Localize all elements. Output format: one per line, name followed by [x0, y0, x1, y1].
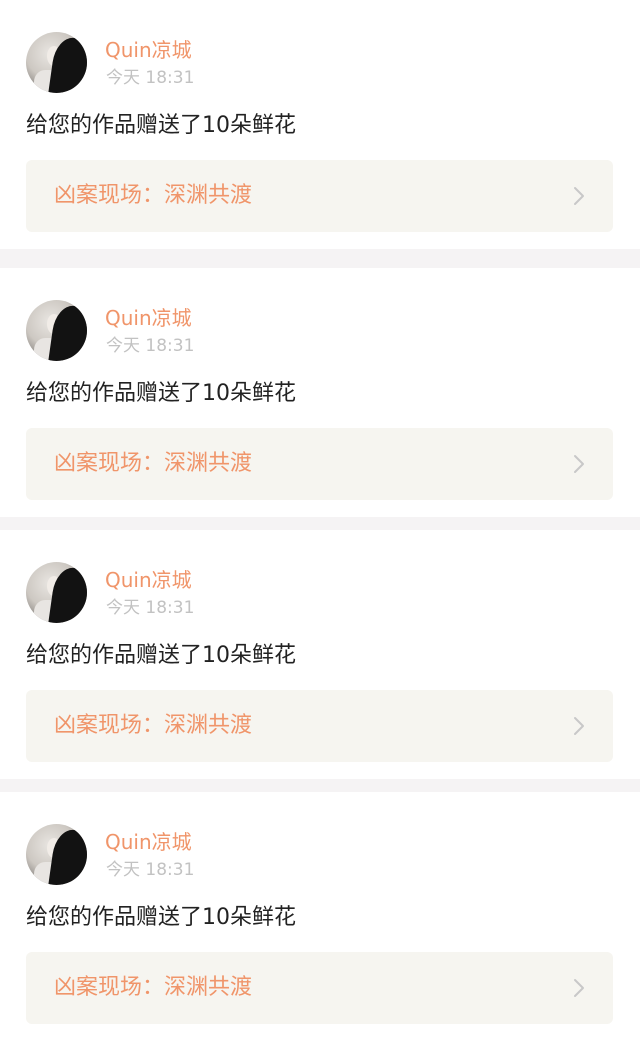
- work-link[interactable]: 凶案现场：深渊共渡: [26, 690, 613, 762]
- username[interactable]: Quin凉城: [105, 567, 192, 593]
- notification-card: Quin凉城 今天 18:31 给您的作品赠送了10朵鲜花 凶案现场：深渊共渡: [0, 530, 640, 779]
- gift-message: 给您的作品赠送了10朵鲜花: [26, 381, 296, 406]
- notification-card: Quin凉城 今天 18:31 给您的作品赠送了10朵鲜花 凶案现场：深渊共渡: [0, 0, 640, 249]
- username[interactable]: Quin凉城: [105, 37, 192, 63]
- chevron-right-icon: [574, 455, 584, 473]
- work-title: 凶案现场：深渊共渡: [54, 975, 253, 1000]
- user-avatar[interactable]: [26, 300, 87, 361]
- work-title: 凶案现场：深渊共渡: [54, 451, 253, 476]
- username[interactable]: Quin凉城: [105, 829, 192, 855]
- timestamp: 今天 18:31: [106, 598, 195, 618]
- user-avatar[interactable]: [26, 562, 87, 623]
- user-avatar[interactable]: [26, 824, 87, 885]
- timestamp: 今天 18:31: [106, 68, 195, 88]
- avatar-hair: [48, 35, 87, 93]
- avatar-hair: [48, 303, 87, 361]
- work-title: 凶案现场：深渊共渡: [54, 713, 253, 738]
- avatar-hair: [48, 827, 87, 885]
- gift-message: 给您的作品赠送了10朵鲜花: [26, 643, 296, 668]
- work-link[interactable]: 凶案现场：深渊共渡: [26, 952, 613, 1024]
- user-avatar[interactable]: [26, 32, 87, 93]
- notification-card: Quin凉城 今天 18:31 给您的作品赠送了10朵鲜花 凶案现场：深渊共渡: [0, 792, 640, 1041]
- notification-feed: Quin凉城 今天 18:31 给您的作品赠送了10朵鲜花 凶案现场：深渊共渡 …: [0, 0, 640, 1041]
- username[interactable]: Quin凉城: [105, 305, 192, 331]
- work-link[interactable]: 凶案现场：深渊共渡: [26, 160, 613, 232]
- timestamp: 今天 18:31: [106, 860, 195, 880]
- chevron-right-icon: [574, 717, 584, 735]
- gift-message: 给您的作品赠送了10朵鲜花: [26, 905, 296, 930]
- notification-card: Quin凉城 今天 18:31 给您的作品赠送了10朵鲜花 凶案现场：深渊共渡: [0, 268, 640, 517]
- avatar-hair: [48, 565, 87, 623]
- chevron-right-icon: [574, 979, 584, 997]
- chevron-right-icon: [574, 187, 584, 205]
- work-link[interactable]: 凶案现场：深渊共渡: [26, 428, 613, 500]
- gift-message: 给您的作品赠送了10朵鲜花: [26, 113, 296, 138]
- work-title: 凶案现场：深渊共渡: [54, 183, 253, 208]
- timestamp: 今天 18:31: [106, 336, 195, 356]
